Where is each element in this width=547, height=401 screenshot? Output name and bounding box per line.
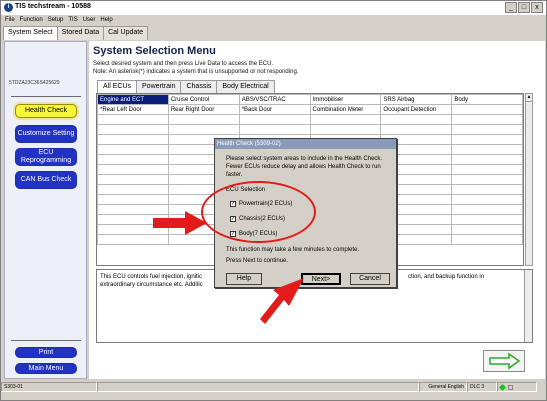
dialog-note-next: Press Next to continue. xyxy=(226,258,289,264)
connection-ok-icon xyxy=(498,383,507,391)
page-title: System Selection Menu xyxy=(93,45,216,57)
scroll-up-icon[interactable]: ▲ xyxy=(526,94,532,102)
info-text-right: ction, and backup function in xyxy=(408,274,485,280)
status-dlc: DLC 3 xyxy=(467,382,497,392)
app-info-icon: i xyxy=(4,3,13,12)
status-light-icon xyxy=(508,384,513,390)
main-menu-button[interactable]: Main Menu xyxy=(15,363,77,374)
ecu-cell-rear-right-door[interactable]: Rear Right Door xyxy=(167,104,240,115)
status-empty xyxy=(97,382,419,392)
right-arrow-icon xyxy=(489,352,521,370)
status-code: S303-01 xyxy=(1,382,97,392)
status-language: General English xyxy=(419,382,467,392)
ecu-cell-occupant-detection[interactable]: Occupant Detection xyxy=(380,104,453,115)
description-note: Note: An asterisk(*) indicates a system … xyxy=(93,69,299,75)
tab-stored-data[interactable]: Stored Data xyxy=(56,26,105,40)
ecu-cell-back-door[interactable]: *Back Door xyxy=(238,104,311,115)
help-button[interactable]: Help xyxy=(226,273,262,285)
grid-scrollbar[interactable]: ▲ xyxy=(525,93,533,266)
menu-user[interactable]: User xyxy=(83,15,96,25)
table-row: Engine and ECT Cruise Control ABS/VSC/TR… xyxy=(97,94,523,105)
ecu-tabs: All ECUs Powertrain Chassis Body Electri… xyxy=(97,80,275,93)
top-tabs: System Select Stored Data Cal Update xyxy=(3,26,149,40)
ecu-cell-immobiliser[interactable]: Immobiliser xyxy=(309,94,382,105)
description-line: Select desired system and then press Liv… xyxy=(93,61,274,67)
title-bar: i TIS techstream - 10588 _ □ x xyxy=(1,1,546,15)
annotation-oval xyxy=(201,181,316,243)
sidebar-divider xyxy=(11,340,81,341)
ecu-cell-srs-airbag[interactable]: SRS Airbag xyxy=(380,94,453,105)
ecu-cell-body[interactable]: Body xyxy=(451,94,523,105)
ecu-cell-rear-left-door[interactable]: *Rear Left Door xyxy=(97,104,169,115)
vin-code: 5TDZA23C36S425629 xyxy=(9,80,60,86)
customize-setting-button[interactable]: Customize Setting xyxy=(15,125,77,143)
health-check-button[interactable]: Health Check xyxy=(15,104,77,118)
next-arrow-button[interactable] xyxy=(483,350,525,372)
ecu-reprogramming-button[interactable]: ECU Reprogramming xyxy=(15,148,77,166)
info-scrollbar[interactable] xyxy=(524,270,532,342)
menu-tis[interactable]: TIS xyxy=(68,15,77,25)
close-button[interactable]: x xyxy=(531,2,543,13)
page-description: Select desired system and then press Liv… xyxy=(93,60,298,76)
ecu-cell-cruise-control[interactable]: Cruise Control xyxy=(167,94,240,105)
info-text-left: This ECU controls fuel injection, igniti… xyxy=(100,274,203,288)
tab-body-electrical[interactable]: Body Electrical xyxy=(216,80,275,93)
dialog-title: Health Check (5309-02) xyxy=(215,139,396,149)
ecu-cell-combination-meter[interactable]: Combination Meter xyxy=(309,104,382,115)
menu-function[interactable]: Function xyxy=(20,15,43,25)
annotation-arrow-right-icon xyxy=(153,211,207,235)
ecu-cell-engine-ect[interactable]: Engine and ECT xyxy=(97,94,169,105)
maximize-button[interactable]: □ xyxy=(518,2,530,13)
can-bus-check-button[interactable]: CAN Bus Check xyxy=(15,171,77,189)
status-indicators xyxy=(497,382,537,392)
menu-help[interactable]: Help xyxy=(100,15,112,25)
tab-all-ecus[interactable]: All ECUs xyxy=(97,80,138,93)
ecu-cell-abs-vsc-trac[interactable]: ABS/VSC/TRAC xyxy=(238,94,311,105)
cancel-button[interactable]: Cancel xyxy=(350,273,390,285)
tab-powertrain[interactable]: Powertrain xyxy=(136,80,182,93)
dialog-note-duration: This function may take a few minutes to … xyxy=(226,247,360,253)
annotation-arrow-up-icon xyxy=(260,278,304,324)
dialog-message: Please select system areas to include in… xyxy=(226,156,383,178)
status-bar: S303-01 General English DLC 3 xyxy=(1,381,546,393)
menu-bar: File Function Setup TIS User Help xyxy=(1,15,546,25)
tab-chassis[interactable]: Chassis xyxy=(180,80,218,93)
ecu-cell-empty[interactable] xyxy=(451,104,523,115)
table-row: *Rear Left Door Rear Right Door *Back Do… xyxy=(97,104,523,115)
window-title: TIS techstream - 10588 xyxy=(15,3,91,10)
tab-cal-update[interactable]: Cal Update xyxy=(103,26,149,40)
minimize-button[interactable]: _ xyxy=(505,2,517,13)
sidebar: 5TDZA23C36S425629 Health Check Customize… xyxy=(4,41,87,379)
menu-file[interactable]: File xyxy=(5,15,15,25)
print-button[interactable]: Print xyxy=(15,347,77,358)
sidebar-divider xyxy=(11,96,81,97)
tab-system-select[interactable]: System Select xyxy=(3,26,58,40)
menu-setup[interactable]: Setup xyxy=(48,15,64,25)
techstream-window: i TIS techstream - 10588 _ □ x File Func… xyxy=(0,0,547,401)
